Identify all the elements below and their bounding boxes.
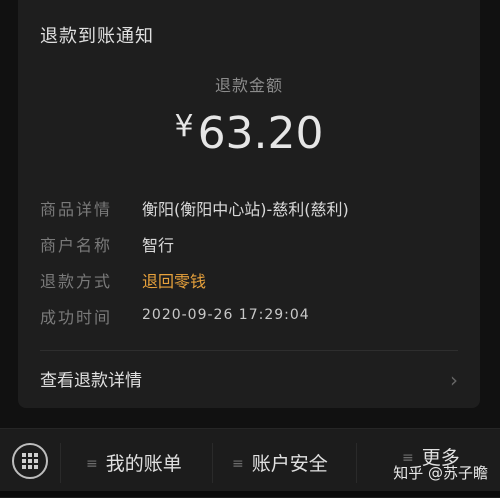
row-key: 成功时间 (40, 308, 113, 327)
menu-account-security[interactable]: ≡ 账户安全 (232, 449, 328, 479)
refund-notification-card: 退款到账通知 退款金额 ¥63.20 商品详情 衡阳(衡阳中心站)-慈利(慈利)… (18, 0, 480, 408)
card-title: 退款到账通知 (40, 26, 154, 47)
amount-value: 63.20 (197, 108, 324, 159)
chevron-right-icon: › (450, 368, 458, 392)
row-value: 2020-09-26 17:29:04 (142, 307, 310, 323)
divider (40, 350, 458, 351)
row-value: 退回零钱 (142, 272, 207, 291)
menu-lines-icon: ≡ (232, 456, 244, 472)
row-success-time: 成功时间 2020-09-26 17:29:04 (40, 304, 460, 334)
row-value: 衡阳(衡阳中心站)-慈利(慈利) (142, 200, 349, 219)
row-key: 商品详情 (40, 200, 113, 219)
separator (356, 443, 357, 483)
currency-symbol: ¥ (174, 109, 194, 144)
separator (60, 443, 61, 483)
separator (212, 443, 213, 483)
keyboard-toggle-button[interactable] (12, 443, 48, 479)
menu-lines-icon: ≡ (86, 456, 98, 472)
row-key: 商户名称 (40, 236, 113, 255)
menu-my-bills[interactable]: ≡ 我的账单 (86, 449, 182, 479)
row-value: 智行 (142, 236, 175, 255)
detail-link-label: 查看退款详情 (40, 371, 142, 391)
keyboard-icon (22, 453, 38, 469)
menu-label: 我的账单 (105, 453, 182, 475)
row-merchant-name: 商户名称 智行 (40, 232, 460, 262)
row-key: 退款方式 (40, 272, 113, 291)
row-refund-method: 退款方式 退回零钱 (40, 268, 460, 298)
refund-amount: ¥63.20 (18, 108, 480, 159)
amount-label: 退款金额 (214, 76, 283, 95)
menu-label: 账户安全 (251, 453, 328, 475)
row-product-details: 商品详情 衡阳(衡阳中心站)-慈利(慈利) (40, 196, 460, 226)
zhihu-watermark: 知乎 @苏子瞻 (393, 464, 488, 482)
bottom-strip (0, 491, 500, 497)
view-refund-details-link[interactable]: 查看退款详情 › (40, 366, 458, 396)
